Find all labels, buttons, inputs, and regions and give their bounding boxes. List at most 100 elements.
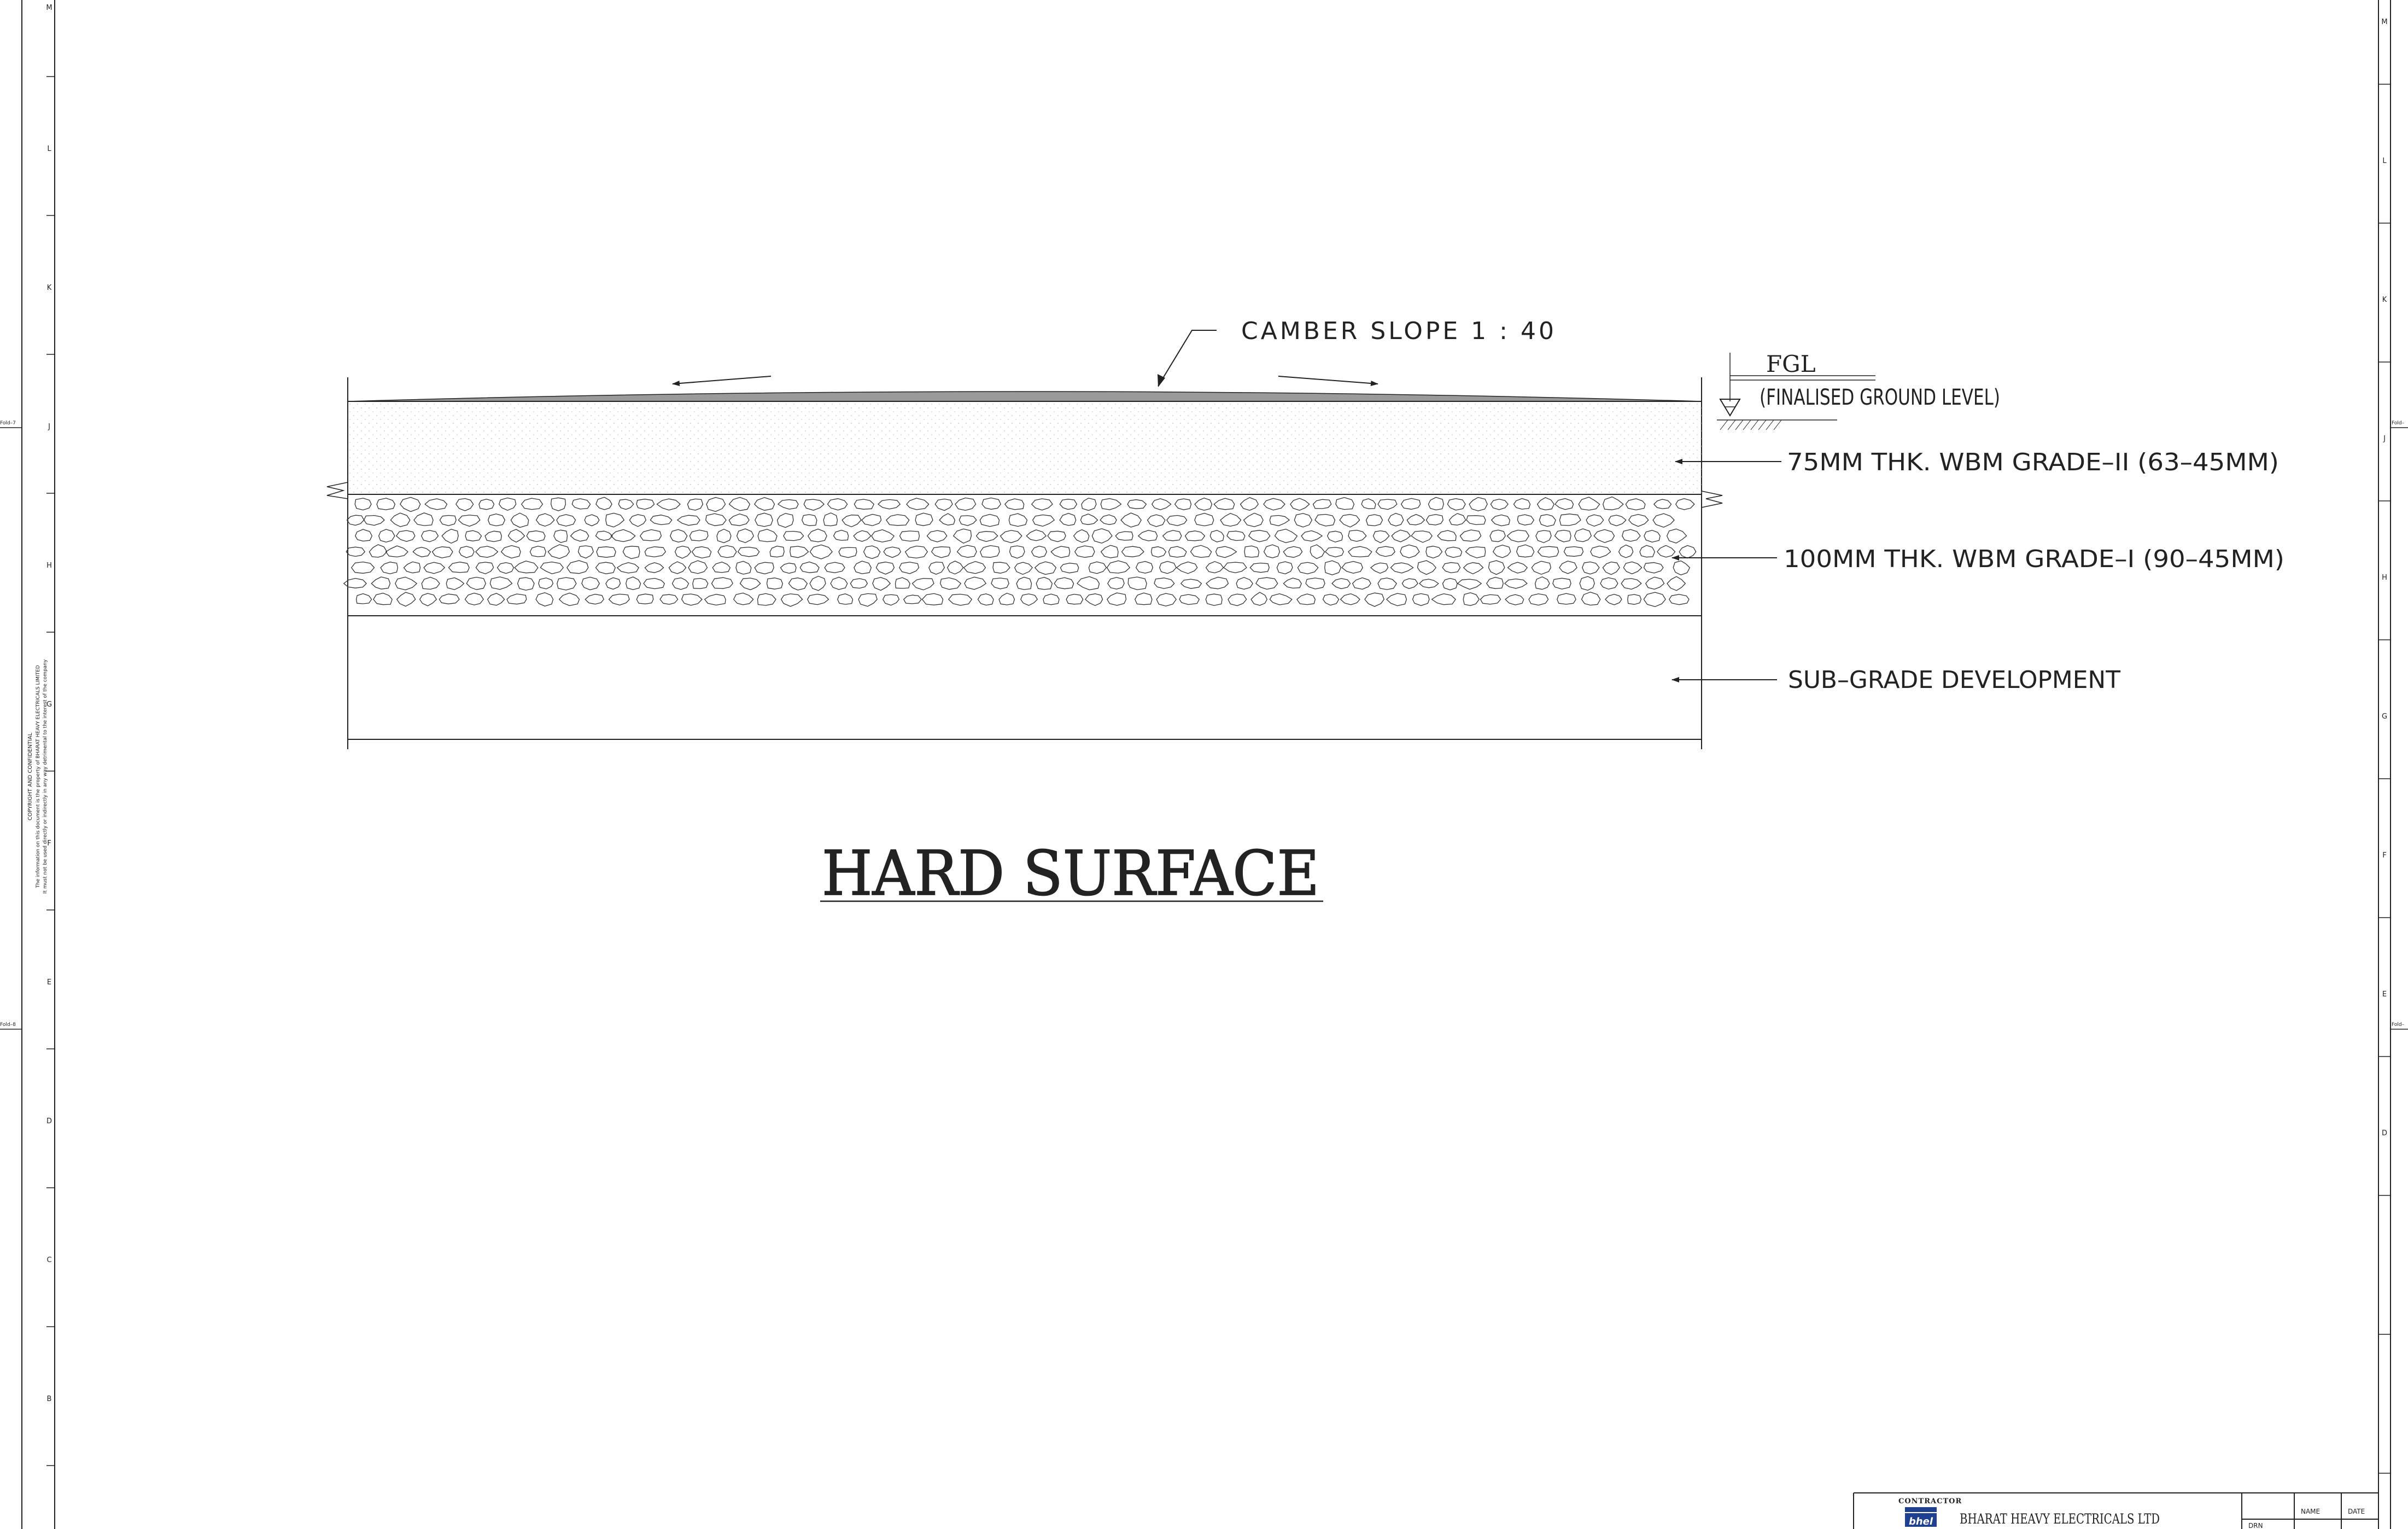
stone — [464, 592, 484, 605]
stone — [1059, 499, 1078, 510]
stone — [1176, 561, 1198, 574]
stone — [354, 498, 372, 511]
stone — [1274, 528, 1298, 544]
stone — [510, 512, 529, 528]
stone — [1034, 561, 1057, 575]
stone — [1531, 561, 1551, 575]
stone — [378, 529, 395, 543]
col-name-header: NAME — [2301, 1508, 2320, 1515]
copyright-notice: COPYRIGHT AND CONFIDENTIAL The informati… — [27, 659, 48, 894]
stone — [875, 562, 895, 575]
stone — [1582, 561, 1600, 575]
stone — [1491, 514, 1510, 527]
stone — [766, 577, 784, 590]
stone — [692, 577, 709, 590]
stone — [1578, 497, 1600, 511]
stone — [1269, 593, 1293, 605]
copyright-line: It must not be used directly or indirect… — [43, 659, 48, 894]
stone — [809, 544, 833, 559]
stone — [1643, 562, 1664, 574]
stone — [1361, 498, 1376, 509]
camber-surface — [347, 391, 1702, 402]
stone — [1490, 499, 1509, 510]
stone — [626, 576, 641, 590]
fold-marks — [0, 427, 2408, 1030]
stone — [1603, 496, 1624, 510]
copyright-line: The information on this document is the … — [36, 665, 41, 888]
stone — [1194, 512, 1214, 527]
stone — [1463, 592, 1480, 606]
stone — [928, 562, 945, 575]
stone — [1000, 530, 1022, 544]
stone — [1324, 560, 1342, 575]
stone — [376, 498, 396, 510]
stone — [465, 530, 482, 541]
stone — [1209, 530, 1224, 542]
stone — [803, 499, 825, 511]
stone — [1579, 576, 1595, 591]
stone — [1236, 577, 1253, 590]
stone — [1276, 561, 1293, 575]
stone — [903, 594, 922, 604]
stone — [809, 576, 826, 591]
stone — [1032, 514, 1055, 527]
stone — [833, 529, 849, 541]
stone — [1669, 594, 1690, 605]
stone — [1388, 512, 1404, 527]
stone — [1150, 546, 1167, 558]
stone — [780, 563, 797, 574]
stone — [1054, 577, 1074, 590]
stone — [1325, 547, 1344, 558]
stone — [1255, 577, 1278, 590]
stone — [1505, 594, 1524, 605]
stone — [1014, 562, 1033, 575]
stone — [643, 577, 665, 590]
stone — [733, 592, 754, 605]
stone — [671, 577, 689, 590]
stone — [617, 562, 639, 574]
stone — [1448, 513, 1466, 526]
stone — [1100, 545, 1119, 558]
stone — [705, 513, 727, 526]
stone — [736, 528, 754, 543]
stone — [1077, 576, 1100, 591]
stone — [1194, 498, 1213, 511]
stone — [1400, 498, 1421, 510]
stone — [1419, 579, 1439, 588]
stone — [373, 592, 393, 605]
zone-letter: M — [46, 4, 52, 12]
stone — [1377, 577, 1397, 590]
stone — [778, 499, 799, 510]
stone — [858, 593, 878, 607]
stone — [535, 592, 554, 607]
stone — [934, 498, 953, 511]
stone — [1377, 499, 1398, 510]
stone — [1425, 546, 1443, 559]
stone — [400, 497, 421, 512]
stone — [1154, 577, 1175, 589]
stone — [403, 561, 421, 574]
stone — [677, 515, 700, 526]
stone — [540, 561, 564, 574]
stone — [1666, 528, 1687, 544]
stone — [1559, 561, 1577, 574]
stone — [955, 497, 977, 511]
stone — [1322, 594, 1340, 606]
stone — [1147, 514, 1166, 527]
stone — [1643, 592, 1666, 607]
stone — [1050, 546, 1071, 558]
stone — [1586, 514, 1604, 527]
stone — [1679, 545, 1697, 559]
stone — [484, 530, 502, 542]
stone — [559, 592, 580, 606]
stone — [1590, 545, 1611, 558]
stone — [1263, 544, 1280, 558]
stone — [1657, 545, 1676, 558]
stone — [1625, 498, 1646, 511]
stone — [1174, 498, 1192, 510]
stone — [475, 546, 499, 558]
stone — [1138, 530, 1158, 541]
stone — [670, 529, 688, 543]
stone — [1428, 497, 1444, 511]
stone — [1667, 576, 1686, 591]
